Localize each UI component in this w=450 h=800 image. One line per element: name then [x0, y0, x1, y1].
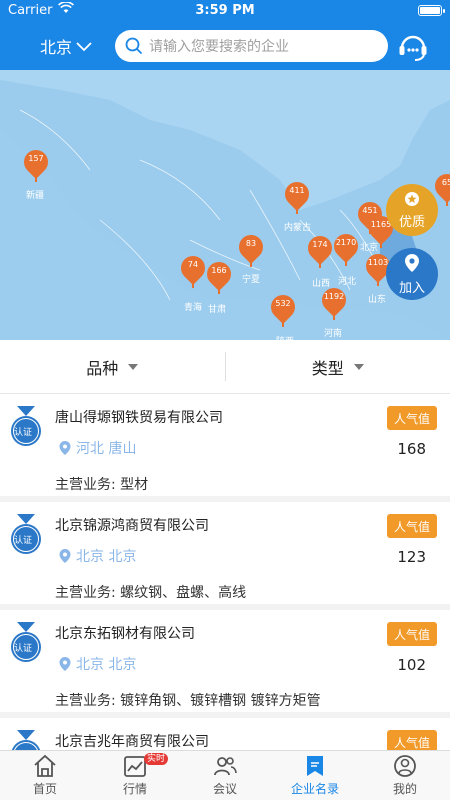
popularity-badge: 人气值 — [387, 406, 437, 430]
city-label: 北京 — [40, 38, 73, 57]
certified-badge-icon: 认证 — [9, 622, 43, 666]
company-name: 北京东拓钢材有限公司 — [55, 626, 195, 642]
location-icon — [59, 657, 71, 671]
popularity-count: 102 — [397, 656, 426, 674]
home-icon — [34, 754, 56, 777]
company-card[interactable]: 认证 北京锦源鸿商贸有限公司 北京 北京 主营业务: 螺纹钢、盘螺、高线 人气值… — [0, 502, 450, 610]
tab-market-label: 行情 — [122, 782, 147, 796]
map-pin[interactable]: 411 — [280, 177, 314, 214]
region-label: 内蒙古 — [284, 223, 312, 233]
tab-directory-label: 企业名录 — [290, 782, 339, 796]
popularity-count: 168 — [397, 440, 426, 458]
star-icon — [404, 191, 420, 211]
company-location: 北京 北京 — [58, 654, 136, 674]
popularity-count: 123 — [397, 548, 426, 566]
search-input[interactable]: 请输入您要搜索的企业 — [115, 30, 388, 62]
popularity-badge: 人气值 — [387, 730, 437, 750]
region-label: 河南 — [324, 329, 343, 339]
map-pin[interactable]: 166 — [202, 257, 236, 294]
map-pin[interactable]: 1192 — [317, 283, 351, 320]
popularity-badge: 人气值 — [387, 514, 437, 538]
company-card[interactable]: 认证 北京东拓钢材有限公司 北京 北京 主营业务: 镀锌角钢、镀锌槽钢 镀锌方矩… — [0, 610, 450, 718]
type-filter-label: 类型 — [311, 358, 344, 378]
battery-icon — [418, 5, 445, 16]
tab-market[interactable]: 实时 行情 — [90, 751, 180, 800]
join-label: 加入 — [398, 280, 425, 296]
status-bar: Carrier 3:59 PM — [0, 0, 450, 22]
region-label: 甘肃 — [208, 305, 227, 315]
certified-badge-icon: 认证 — [9, 514, 43, 558]
app-screen: Carrier 3:59 PM 北京 请输入您要搜索的企业 新疆 内蒙古 青海 … — [0, 0, 450, 800]
company-business: 主营业务: 镀锌角钢、镀锌槽钢 镀锌方矩管 — [55, 693, 321, 709]
tab-home-label: 首页 — [32, 782, 57, 796]
header-bar: Carrier 3:59 PM 北京 请输入您要搜索的企业 — [0, 0, 450, 70]
map-pin[interactable]: 83 — [234, 230, 268, 267]
tab-profile-label: 我的 — [392, 782, 417, 796]
region-label: 新疆 — [26, 191, 45, 201]
certified-label: 认证 — [14, 644, 33, 654]
company-location: 河北 唐山 — [58, 438, 136, 458]
tab-bar: 首页 实时 行情 会议 企业名录 我的 — [0, 750, 450, 800]
caret-down-icon — [353, 363, 364, 370]
region-label: 青海 — [184, 303, 203, 313]
directory-icon — [307, 756, 323, 776]
company-card[interactable]: 认证 唐山得塬钢铁贸易有限公司 河北 唐山 主营业务: 型材 人气值 168 — [0, 394, 450, 502]
map-pin[interactable]: 2170 — [329, 229, 363, 266]
location-label: 河北 唐山 — [76, 441, 137, 457]
company-list[interactable]: 认证 唐山得塬钢铁贸易有限公司 河北 唐山 主营业务: 型材 人气值 168 认… — [0, 394, 450, 750]
location-label: 北京 北京 — [76, 657, 137, 673]
user-icon — [394, 755, 416, 777]
filter-bar: 品种 类型 — [0, 340, 450, 394]
company-name: 唐山得塬钢铁贸易有限公司 — [55, 410, 223, 426]
company-business: 主营业务: 螺纹钢、盘螺、高线 — [55, 585, 247, 601]
map-pin[interactable]: 174 — [303, 231, 337, 268]
tab-directory[interactable]: 企业名录 — [270, 751, 360, 800]
quality-button[interactable]: 优质 — [386, 184, 438, 236]
map-pin[interactable]: 532 — [266, 290, 300, 327]
company-name: 北京吉兆年商贸有限公司 — [55, 734, 209, 750]
popularity-badge: 人气值 — [387, 622, 437, 646]
location-label: 北京 北京 — [76, 549, 137, 565]
company-card[interactable]: 认证 北京吉兆年商贸有限公司 人气值 — [0, 718, 450, 750]
certified-badge-icon: 认证 — [9, 730, 43, 750]
location-pin-icon — [403, 253, 421, 277]
china-map[interactable]: 新疆 内蒙古 青海 甘肃 宁夏 陕西 山西 河北 北京 山东 河南 157 41… — [0, 70, 450, 340]
company-business: 主营业务: 型材 — [55, 477, 149, 493]
company-location: 北京 北京 — [58, 546, 136, 566]
location-icon — [59, 441, 71, 455]
customer-service-icon[interactable] — [396, 30, 430, 68]
quality-label: 优质 — [398, 214, 425, 230]
city-selector[interactable]: 北京 — [40, 34, 92, 58]
tab-profile[interactable]: 我的 — [360, 751, 450, 800]
tab-meeting[interactable]: 会议 — [180, 751, 270, 800]
join-button[interactable]: 加入 — [386, 248, 438, 300]
tab-meeting-label: 会议 — [212, 782, 237, 796]
variety-filter[interactable]: 品种 — [0, 340, 225, 393]
region-label: 宁夏 — [242, 275, 261, 285]
certified-label: 认证 — [14, 536, 33, 546]
map-pin[interactable]: 74 — [176, 251, 210, 288]
search-icon — [125, 37, 143, 55]
company-name: 北京锦源鸿商贸有限公司 — [55, 518, 209, 534]
map-pin[interactable]: 157 — [19, 145, 53, 182]
certified-badge-icon: 认证 — [9, 406, 43, 450]
chevron-down-icon — [76, 37, 92, 56]
people-icon — [214, 757, 237, 776]
location-icon — [59, 549, 71, 563]
region-label: 河北 — [338, 277, 357, 287]
status-time: 3:59 PM — [195, 3, 255, 18]
search-placeholder: 请输入您要搜索的企业 — [149, 39, 289, 55]
region-label: 山东 — [368, 295, 387, 305]
caret-down-icon — [128, 363, 139, 370]
variety-filter-label: 品种 — [86, 358, 119, 378]
map-pin[interactable]: 65 — [430, 169, 450, 206]
realtime-badge: 实时 — [144, 753, 169, 765]
type-filter[interactable]: 类型 — [226, 340, 450, 393]
tab-home[interactable]: 首页 — [0, 751, 90, 800]
certified-label: 认证 — [14, 428, 33, 438]
